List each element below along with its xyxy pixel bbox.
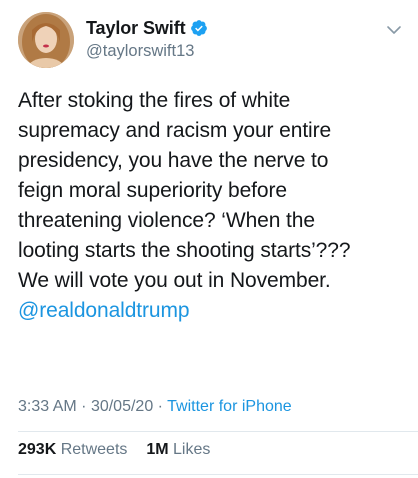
tweet-card: Taylor Swift @taylorswift13 After stokin… <box>0 0 418 478</box>
meta-separator: · <box>157 398 163 415</box>
tweet-stats: 293K Retweets 1M Likes <box>18 441 210 459</box>
tweet-text-line: presidency, you have the nerve to <box>18 149 329 172</box>
likes-stat[interactable]: 1M Likes <box>146 441 210 458</box>
tweet-time[interactable]: 3:33 AM <box>18 398 77 415</box>
tweet-text: After stoking the fires of white suprema… <box>18 86 410 326</box>
tweet-source-link[interactable]: Twitter for iPhone <box>167 398 292 415</box>
author-handle[interactable]: @taylorswift13 <box>86 42 208 61</box>
verified-badge-icon <box>190 19 208 37</box>
tweet-text-line: supremacy and racism your entire <box>18 119 332 142</box>
divider <box>18 474 418 475</box>
tweet-text-line: We will vote you out in November. <box>18 269 331 292</box>
chevron-down-icon[interactable] <box>386 22 402 38</box>
mention-link[interactable]: @realdonaldtrump <box>18 296 410 326</box>
likes-count: 1M <box>146 441 169 458</box>
tweet-meta: 3:33 AM · 30/05/20 · Twitter for iPhone <box>18 398 292 416</box>
avatar[interactable] <box>18 12 74 68</box>
avatar-photo <box>18 12 74 68</box>
likes-label: Likes <box>173 441 211 458</box>
display-name-row: Taylor Swift <box>86 16 208 40</box>
divider <box>18 431 418 432</box>
author-names: Taylor Swift @taylorswift13 <box>86 16 208 61</box>
retweets-label: Retweets <box>60 441 128 458</box>
meta-separator: · <box>81 398 87 415</box>
retweets-stat[interactable]: 293K Retweets <box>18 441 132 458</box>
tweet-text-line: looting starts the shooting starts’??? <box>18 239 351 262</box>
display-name[interactable]: Taylor Swift <box>86 18 186 39</box>
tweet-text-line: After stoking the fires of white <box>18 89 291 112</box>
retweets-count: 293K <box>18 441 57 458</box>
tweet-text-line: feign moral superiority before <box>18 179 287 202</box>
tweet-text-line: threatening violence? ‘When the <box>18 209 315 232</box>
tweet-header: Taylor Swift @taylorswift13 <box>18 12 406 74</box>
tweet-date[interactable]: 30/05/20 <box>91 398 153 415</box>
